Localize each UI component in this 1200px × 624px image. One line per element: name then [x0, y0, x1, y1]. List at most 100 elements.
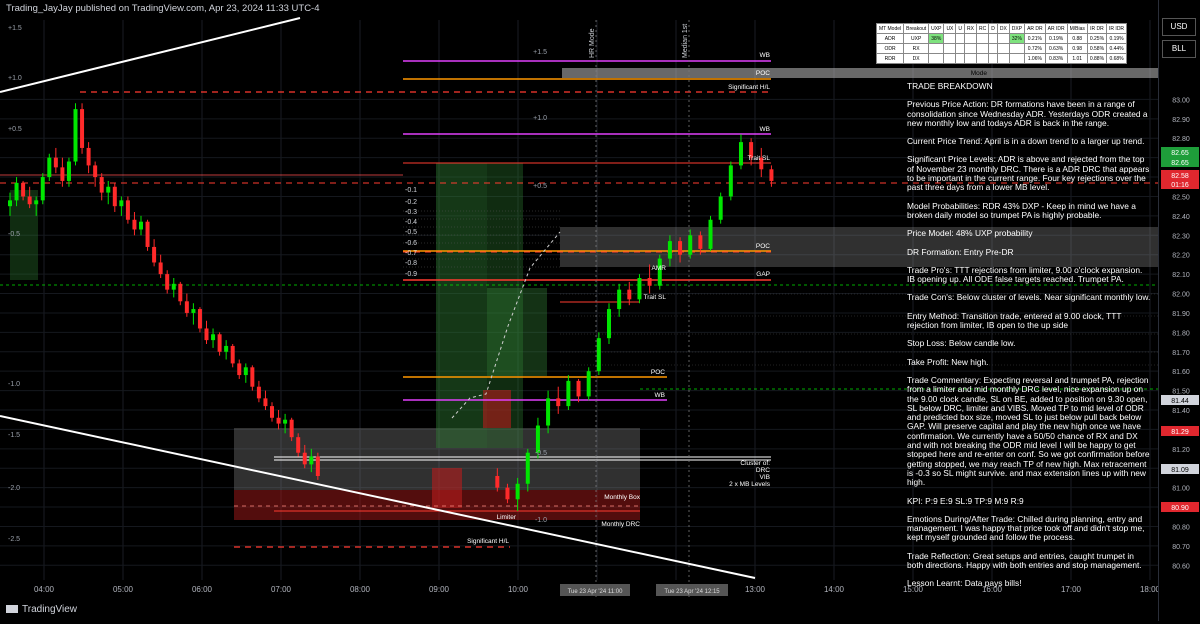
- candle-body: [237, 363, 242, 376]
- right-fib-label: +1.5: [533, 49, 547, 56]
- breakdown-paragraph: Emotions During/After Trade: Chilled dur…: [907, 513, 1145, 543]
- model-table-cell: 0.21%: [1024, 33, 1046, 44]
- model-table-cell: [955, 53, 965, 64]
- model-table-header-cell: RC: [975, 23, 990, 34]
- breakdown-paragraph: Model Probabilities: RDR 43% DXP - Keep …: [907, 200, 1136, 220]
- candle-body: [211, 334, 216, 341]
- model-table-cell: 0.98: [1066, 43, 1088, 54]
- candle-body: [191, 309, 196, 313]
- footer-brand: TradingView: [6, 604, 77, 615]
- model-table-cell: [955, 33, 965, 44]
- model-table-cell: 0.19%: [1106, 33, 1128, 44]
- candle: [769, 165, 774, 187]
- price-tick-label: 81.80: [1172, 330, 1190, 337]
- candle-body: [152, 246, 157, 263]
- time-tick-label: 04:00: [34, 585, 55, 594]
- scale-button[interactable]: BLL: [1162, 40, 1196, 58]
- mid-fib-label: -0.8: [405, 260, 417, 267]
- candle-body: [47, 157, 52, 178]
- candle-body: [606, 309, 611, 339]
- mid-fib-label: -0.4: [405, 219, 417, 226]
- model-table-header-cell: IR IDR: [1106, 23, 1128, 34]
- model-table-cell: [964, 43, 977, 54]
- model-table-cell: [975, 53, 990, 64]
- candle-body: [535, 425, 540, 453]
- level-label: WB: [760, 52, 770, 59]
- left-fib-label: +1.0: [8, 75, 22, 82]
- left-fib-label: -1.5: [8, 432, 20, 439]
- candle: [230, 344, 235, 368]
- price-tick-label: 82.80: [1172, 136, 1190, 143]
- price-tag-label: 82.65: [1171, 150, 1189, 157]
- breakdown-paragraph: Previous Price Action: DR formations hav…: [907, 99, 1148, 128]
- candle-body: [40, 177, 45, 201]
- time-tick-label: 10:00: [508, 585, 529, 594]
- median-label: Median 1st: [682, 24, 689, 58]
- level-label: 2 x MB Levels: [729, 481, 771, 488]
- model-table-row: ODR RX 0.72% 0.63% 0.98 0.58% 0.44%: [875, 43, 1128, 54]
- candle: [708, 215, 713, 251]
- model-table-cell: DX: [903, 53, 930, 64]
- candle-body: [617, 289, 622, 310]
- model-table-cell: 0.88%: [1086, 53, 1108, 64]
- candle: [606, 303, 611, 344]
- model-table-cell: [928, 53, 945, 64]
- right-fib-label: +1.0: [533, 115, 547, 122]
- candle-body: [119, 200, 124, 207]
- date-label-2: Tue 23 Apr '24 12:15: [664, 589, 720, 595]
- model-table-cell: [943, 53, 957, 64]
- time-tick-label: 09:00: [429, 585, 450, 594]
- candle-body: [718, 196, 723, 220]
- model-table-cell: 0.58%: [1086, 43, 1108, 54]
- model-table-cell: [1008, 53, 1026, 64]
- level-label: AMR: [652, 265, 667, 272]
- model-table-cell: [964, 33, 977, 44]
- model-table-header-cell: DXP: [1008, 23, 1026, 34]
- currency-button[interactable]: USD: [1162, 18, 1196, 36]
- level-label: VIB: [760, 474, 770, 481]
- candle: [197, 307, 202, 333]
- model-table-header-cell: IR DR: [1086, 23, 1108, 34]
- level-label: Significant H/L: [467, 538, 509, 545]
- candle-body: [178, 283, 183, 302]
- candle-body: [86, 147, 91, 166]
- time-tick-label: 05:00: [113, 585, 134, 594]
- model-table-header-cell: DX: [996, 23, 1010, 34]
- candle: [80, 103, 85, 154]
- model-table-header-cell: D: [988, 23, 998, 34]
- candle-body: [21, 182, 26, 197]
- candle-body: [224, 345, 229, 352]
- model-table-header-cell: UXP: [928, 23, 945, 34]
- candle-body: [165, 274, 170, 290]
- mid-fib-label: -0.5: [405, 229, 417, 236]
- candle: [270, 402, 274, 422]
- candle: [250, 365, 255, 391]
- candle-body: [112, 186, 117, 207]
- candle: [86, 142, 91, 174]
- trade-zone-1: [436, 163, 487, 448]
- model-table-cell: [955, 43, 965, 54]
- model-table-header-cell: AR DR: [1024, 23, 1046, 34]
- mid-fib-label: -0.7: [405, 250, 417, 257]
- candle-body: [171, 283, 176, 290]
- candle: [60, 157, 65, 187]
- candle-body: [769, 169, 774, 181]
- candle-body: [556, 398, 561, 407]
- left-fib-label: +1.5: [8, 25, 22, 32]
- candle: [243, 363, 248, 383]
- breakdown-paragraph: Lesson Learnt: Data pays bills!: [907, 578, 1022, 589]
- candle-body: [283, 419, 288, 424]
- date-label-1: Tue 23 Apr '24 11:00: [568, 589, 624, 595]
- level-label: WB: [655, 392, 665, 399]
- candle: [204, 320, 209, 344]
- price-axis[interactable]: 83.0082.9082.8082.7082.6082.5082.4082.30…: [1158, 0, 1200, 621]
- model-table-cell: ADR: [875, 33, 905, 44]
- breakdown-paragraph: DR Formation: Entry Pre-DR: [907, 246, 1014, 257]
- stop-zone-1: [483, 390, 511, 428]
- candle-body: [217, 334, 222, 352]
- candle: [617, 283, 622, 317]
- price-tag-label: 82.58: [1171, 173, 1189, 180]
- candle: [576, 378, 581, 403]
- candle-body: [184, 301, 189, 313]
- candle: [125, 196, 130, 224]
